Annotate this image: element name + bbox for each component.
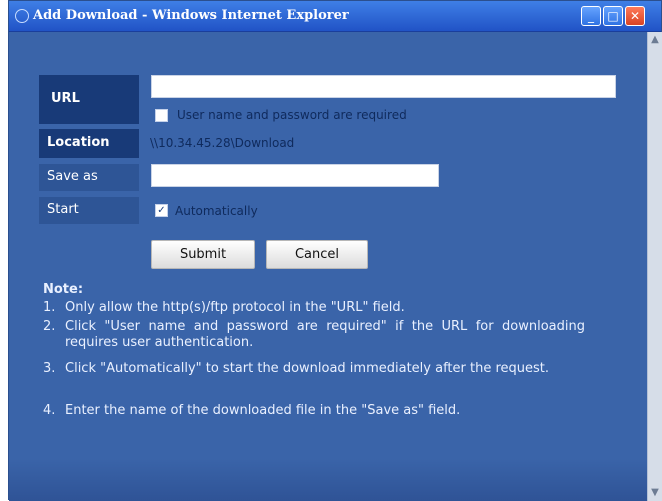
submit-button[interactable]: Submit — [151, 240, 255, 269]
save-as-input[interactable] — [151, 164, 439, 187]
note-text: Enter the name of the downloaded file in… — [65, 403, 461, 418]
maximize-button[interactable]: □ — [603, 6, 623, 26]
note-number: 1. — [43, 300, 56, 315]
ie-icon — [15, 9, 29, 23]
note-text: Click "Automatically" to start the downl… — [65, 361, 550, 376]
url-label: URL — [39, 75, 139, 124]
location-value: \\10.34.45.28\Download — [150, 136, 295, 150]
note-title: Note: — [43, 282, 84, 297]
ie-window: Add Download - Windows Internet Explorer… — [8, 0, 662, 501]
vertical-scrollbar[interactable]: ▲ ▼ — [647, 32, 662, 501]
window-title: Add Download - Windows Internet Explorer — [33, 8, 349, 23]
save-as-label: Save as — [39, 164, 139, 191]
auth-required-checkbox[interactable] — [155, 109, 168, 122]
url-input[interactable] — [151, 75, 616, 98]
scroll-up-arrow-icon[interactable]: ▲ — [649, 34, 661, 46]
note-text: Only allow the http(s)/ftp protocol in t… — [65, 300, 405, 315]
note-item: 3. Click "Automatically" to start the dow… — [43, 361, 603, 377]
note-text: Click "User name and password are requir… — [65, 319, 585, 350]
note-number: 3. — [43, 361, 56, 376]
note-item: 2. Click "User name and password are requ… — [43, 319, 603, 351]
auth-required-label[interactable]: User name and password are required — [177, 108, 407, 122]
title-bar: Add Download - Windows Internet Explorer… — [9, 1, 661, 32]
close-button[interactable]: ✕ — [625, 6, 645, 26]
note-number: 4. — [43, 403, 56, 418]
automatically-checkbox[interactable]: ✓ — [155, 204, 168, 217]
automatically-label[interactable]: Automatically — [175, 204, 258, 218]
note-item: 1. Only allow the http(s)/ftp protocol in… — [43, 300, 603, 316]
window-footer — [9, 459, 647, 501]
start-label: Start — [39, 197, 139, 224]
cancel-button[interactable]: Cancel — [266, 240, 368, 269]
note-number: 2. — [43, 319, 56, 334]
location-label: Location — [39, 129, 139, 158]
note-item: 4. Enter the name of the downloaded file … — [43, 403, 603, 419]
minimize-button[interactable]: _ — [581, 6, 601, 26]
scroll-down-arrow-icon[interactable]: ▼ — [649, 487, 661, 499]
